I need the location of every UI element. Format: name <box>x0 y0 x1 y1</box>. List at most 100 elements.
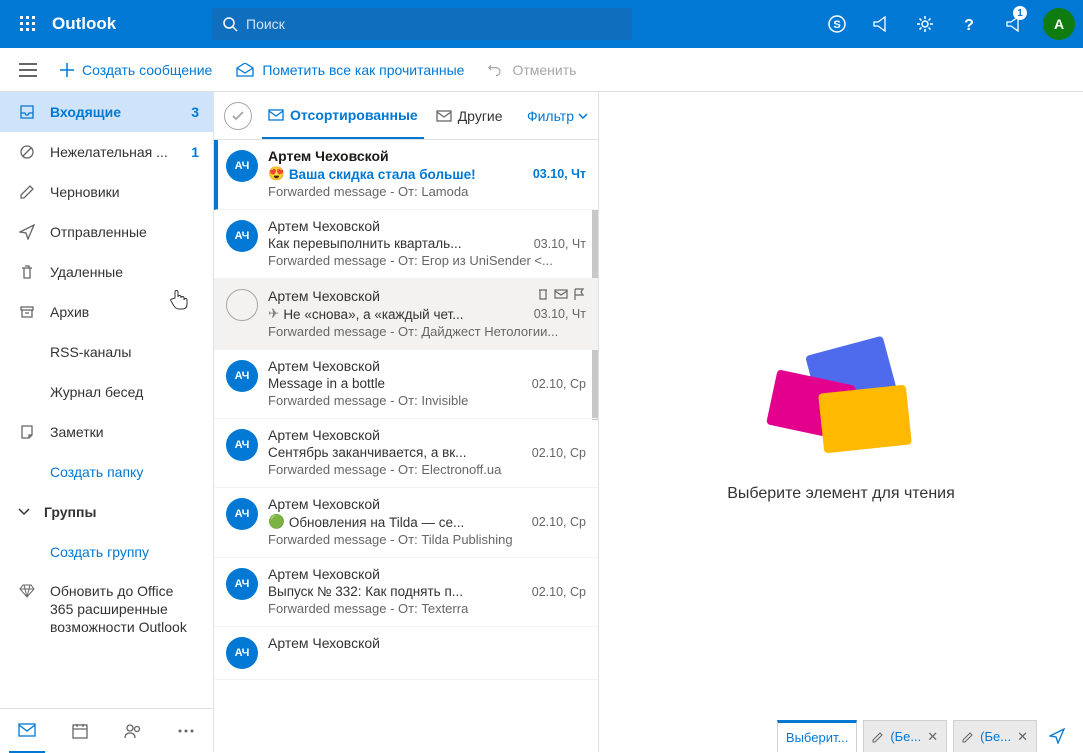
message-date: 03.10, Чт <box>533 167 586 181</box>
draft-tab-3[interactable]: (Бе... ✕ <box>953 720 1037 752</box>
archive-icon <box>18 304 36 320</box>
search-icon <box>222 16 238 32</box>
message-hover-actions <box>536 287 586 301</box>
sidebar-item-conversations[interactable]: Журнал бесед <box>0 372 213 412</box>
groups-header[interactable]: Группы <box>0 492 213 532</box>
sidebar-item-sent[interactable]: Отправленные <box>0 212 213 252</box>
people-module-icon[interactable] <box>115 709 151 753</box>
sidebar-item-drafts[interactable]: Черновики <box>0 172 213 212</box>
sidebar-item-label: Входящие <box>50 104 177 120</box>
close-icon[interactable]: ✕ <box>1017 729 1028 745</box>
message-item[interactable]: АЧ Артем Чеховской Message in a bottle02… <box>214 350 598 419</box>
sender-avatar: АЧ <box>226 429 258 461</box>
sidebar-item-label: Удаленные <box>50 264 199 280</box>
undo-icon <box>488 62 504 78</box>
notification-badge: 1 <box>1013 6 1027 20</box>
sender-avatar: АЧ <box>226 360 258 392</box>
message-preview: Forwarded message - От: Texterra <box>268 601 586 616</box>
app-launcher-icon[interactable] <box>8 0 48 48</box>
sender-avatar: АЧ <box>226 220 258 252</box>
trash-icon <box>18 264 36 280</box>
message-date: 02.10, Ср <box>532 515 586 529</box>
message-list[interactable]: АЧ Артем Чеховской 😍Ваша скидка стала бо… <box>214 140 598 752</box>
sidebar-item-label: Архив <box>50 304 199 320</box>
draft-tab-2[interactable]: (Бе... ✕ <box>863 720 947 752</box>
sidebar-item-count: 3 <box>191 104 199 120</box>
draft-tab-1[interactable]: Выберит... <box>777 720 857 752</box>
message-from: Артем Чеховской <box>268 496 380 512</box>
message-item[interactable]: АЧ Артем Чеховской Выпуск № 332: Как под… <box>214 558 598 627</box>
sidebar-item-label: Заметки <box>50 424 199 440</box>
sidebar-item-rss[interactable]: RSS-каналы <box>0 332 213 372</box>
flag-icon[interactable] <box>572 287 586 301</box>
chevron-down-icon <box>578 113 588 119</box>
message-subject: 🟢Обновления на Tilda — се... <box>268 514 464 530</box>
tilda-icon: 🟢 <box>268 514 285 530</box>
search-input[interactable] <box>246 16 622 32</box>
reading-pane: Выберите элемент для чтения Выберит... (… <box>599 92 1083 752</box>
plus-icon <box>60 63 74 77</box>
message-subject: Выпуск № 332: Как поднять п... <box>268 584 463 599</box>
undo-label: Отменить <box>512 62 576 78</box>
message-subject: ✈Не «снова», а «каждый чет... <box>268 306 464 322</box>
send-icon[interactable] <box>1043 722 1071 750</box>
sidebar-item-archive[interactable]: Архив <box>0 292 213 332</box>
message-preview: Forwarded message - От: Electronoff.ua <box>268 462 586 477</box>
select-all-toggle[interactable] <box>224 102 252 130</box>
message-item[interactable]: АЧ Артем Чеховской ✈Не «снова», а «кажды… <box>214 279 598 350</box>
upgrade-link[interactable]: Обновить до Office 365 расширенные возмо… <box>0 572 213 647</box>
plane-icon: ✈ <box>268 306 279 322</box>
mark-read-icon[interactable] <box>554 287 568 301</box>
skype-icon[interactable]: S <box>817 0 857 48</box>
announcements-icon[interactable] <box>861 0 901 48</box>
mark-all-read-button[interactable]: Пометить все как прочитанные <box>224 48 476 92</box>
sidebar-item-junk[interactable]: Нежелательная ... 1 <box>0 132 213 172</box>
filter-button[interactable]: Фильтр <box>527 108 588 124</box>
sidebar-item-deleted[interactable]: Удаленные <box>0 252 213 292</box>
calendar-module-icon[interactable] <box>62 709 98 753</box>
draft-tabs: Выберит... (Бе... ✕ (Бе... ✕ <box>777 720 1071 752</box>
message-item[interactable]: АЧ Артем Чеховской <box>214 627 598 680</box>
pencil-icon <box>962 731 974 743</box>
tab-other[interactable]: Другие <box>430 93 509 139</box>
send-icon <box>18 224 36 240</box>
message-item[interactable]: АЧ Артем Чеховской Как перевыполнить ква… <box>214 210 598 279</box>
nav-toggle-icon[interactable] <box>8 48 48 92</box>
create-folder-link[interactable]: Создать папку <box>0 452 213 492</box>
message-list-header: Отсортированные Другие Фильтр <box>214 92 598 140</box>
sidebar-item-inbox[interactable]: Входящие 3 <box>0 92 213 132</box>
message-subject: Message in a bottle <box>268 376 385 391</box>
new-message-button[interactable]: Создать сообщение <box>48 48 224 92</box>
sidebar-item-label: Черновики <box>50 184 199 200</box>
filter-label: Фильтр <box>527 108 574 124</box>
tab-focused[interactable]: Отсортированные <box>262 93 424 139</box>
search-box[interactable] <box>212 8 632 40</box>
message-from: Артем Чеховской <box>268 566 380 582</box>
message-item[interactable]: АЧ Артем Чеховской 😍Ваша скидка стала бо… <box>214 140 598 210</box>
more-modules-icon[interactable] <box>168 709 204 753</box>
svg-text:?: ? <box>964 17 974 34</box>
message-subject: 😍Ваша скидка стала больше! <box>268 166 476 182</box>
settings-icon[interactable] <box>905 0 945 48</box>
help-icon[interactable]: ? <box>949 0 989 48</box>
message-subject: Сентябрь заканчивается, а вк... <box>268 445 466 460</box>
avatar[interactable]: A <box>1043 8 1075 40</box>
command-bar: Создать сообщение Пометить все как прочи… <box>0 48 1083 92</box>
create-group-link[interactable]: Создать группу <box>0 532 213 572</box>
undo-button[interactable]: Отменить <box>476 48 588 92</box>
inbox-other-icon <box>436 110 452 122</box>
notifications-icon[interactable]: 1 <box>993 0 1033 48</box>
mail-module-icon[interactable] <box>9 709 45 753</box>
close-icon[interactable]: ✕ <box>927 729 938 745</box>
inbox-focused-icon <box>268 109 284 121</box>
delete-icon[interactable] <box>536 287 550 301</box>
diamond-icon <box>18 582 36 598</box>
top-bar: Outlook S ? 1 A <box>0 0 1083 48</box>
message-item[interactable]: АЧ Артем Чеховской 🟢Обновления на Tilda … <box>214 488 598 558</box>
sidebar-item-notes[interactable]: Заметки <box>0 412 213 452</box>
message-item[interactable]: АЧ Артем Чеховской Сентябрь заканчиваетс… <box>214 419 598 488</box>
mail-open-icon <box>236 63 254 77</box>
message-date: 03.10, Чт <box>534 237 586 251</box>
sidebar-item-label: Нежелательная ... <box>50 144 177 160</box>
tab-focused-label: Отсортированные <box>290 107 418 123</box>
